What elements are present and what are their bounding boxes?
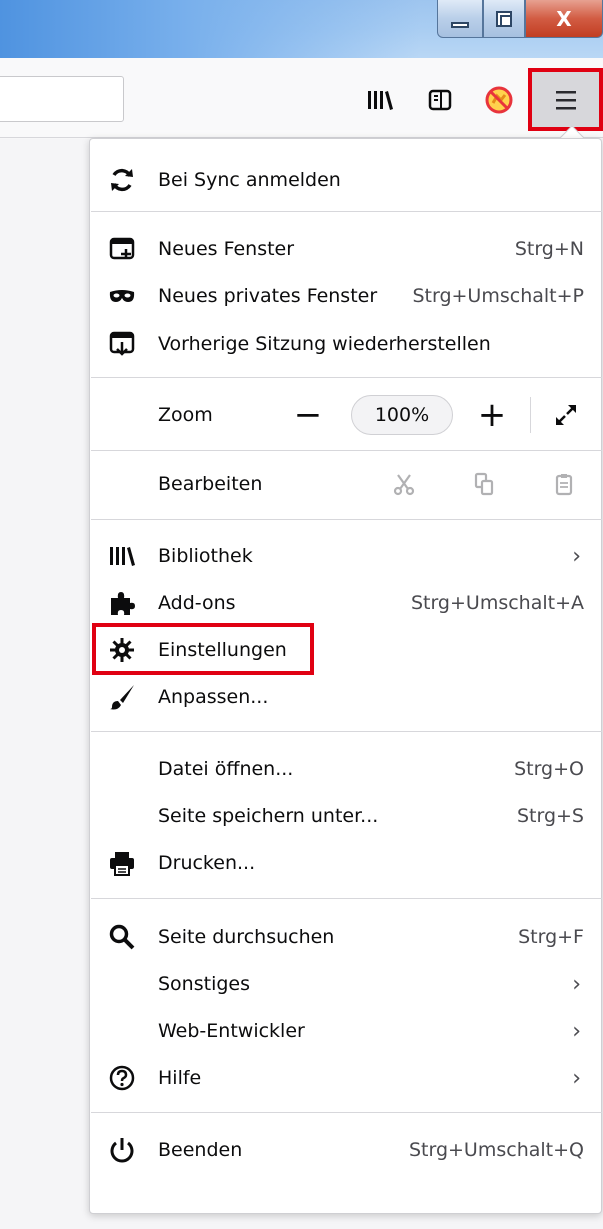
menu-item-save-page[interactable]: Seite speichern unter... Strg+S [90, 793, 601, 839]
menu-separator [91, 450, 602, 451]
new-window-shortcut: Strg+N [514, 238, 584, 260]
close-button[interactable]: X [525, 0, 603, 38]
menu-separator [91, 519, 602, 520]
chevron-right-icon: › [572, 1018, 581, 1044]
menu-item-addons[interactable]: Add-ons Strg+Umschalt+A [90, 580, 601, 626]
library-icon [106, 540, 138, 572]
search-icon [106, 921, 138, 953]
quit-shortcut: Strg+Umschalt+Q [408, 1139, 584, 1161]
menu-separator [91, 731, 602, 732]
menu-item-new-window[interactable]: Neues Fenster Strg+N [90, 226, 601, 272]
menu-item-library[interactable]: Bibliothek › [90, 533, 601, 579]
new-window-icon [106, 233, 138, 265]
menu-item-find[interactable]: Seite durchsuchen Strg+F [90, 914, 601, 960]
window-titlebar: X [0, 0, 603, 58]
app-menu-panel: Bei Sync anmelden Neues Fenster Strg+N N… [89, 138, 602, 1214]
private-window-shortcut: Strg+Umschalt+P [412, 285, 584, 307]
zoom-in-button[interactable]: + [472, 395, 512, 435]
cut-button[interactable] [386, 466, 422, 502]
menu-item-edit: Bearbeiten [90, 461, 601, 507]
private-mask-icon [106, 280, 138, 312]
power-icon [106, 1134, 138, 1166]
restore-icon [496, 10, 512, 27]
restore-session-label: Vorherige Sitzung wiederherstellen [158, 333, 491, 355]
find-label: Seite durchsuchen [158, 926, 335, 948]
menu-item-open-file[interactable]: Datei öffnen... Strg+O [90, 746, 601, 792]
zoom-reset-button[interactable]: 100% [351, 395, 453, 435]
sync-icon [106, 164, 138, 196]
menu-item-sync[interactable]: Bei Sync anmelden [90, 157, 601, 203]
minus-icon: − [293, 395, 323, 435]
zoom-separator [530, 397, 531, 433]
copy-icon [474, 472, 494, 496]
menu-item-customize[interactable]: Anpassen... [90, 674, 601, 720]
library-label: Bibliothek [158, 545, 253, 567]
menu-separator [91, 898, 602, 899]
save-page-shortcut: Strg+S [516, 805, 584, 827]
print-label: Drucken... [158, 852, 256, 874]
open-file-label: Datei öffnen... [158, 758, 294, 780]
addons-shortcut: Strg+Umschalt+A [410, 592, 584, 614]
chevron-right-icon: › [572, 971, 581, 997]
url-bar[interactable] [0, 76, 124, 122]
edit-label: Bearbeiten [158, 473, 263, 495]
sync-label: Bei Sync anmelden [158, 169, 341, 191]
menu-separator [91, 1112, 602, 1113]
menu-separator [91, 211, 602, 212]
menu-item-web-developer[interactable]: Web-Entwickler › [90, 1008, 601, 1054]
menu-item-restore-session[interactable]: Vorherige Sitzung wiederherstellen [90, 321, 601, 367]
extension-button[interactable] [485, 86, 513, 114]
menu-item-quit[interactable]: Beenden Strg+Umschalt+Q [90, 1127, 601, 1173]
find-shortcut: Strg+F [518, 926, 584, 948]
chevron-right-icon: › [572, 543, 581, 569]
settings-highlight [92, 623, 314, 675]
paste-icon [555, 474, 573, 496]
minimize-icon [451, 21, 469, 28]
fullscreen-button[interactable] [546, 395, 586, 435]
blocked-extension-icon [485, 86, 513, 114]
save-page-label: Seite speichern unter... [158, 805, 379, 827]
printer-icon [106, 847, 138, 879]
new-window-label: Neues Fenster [158, 238, 295, 260]
minimize-button[interactable] [437, 0, 483, 38]
close-icon: X [556, 6, 572, 31]
copy-button[interactable] [466, 466, 502, 502]
menu-item-help[interactable]: Hilfe › [90, 1055, 601, 1101]
zoom-label: Zoom [158, 404, 213, 426]
addons-label: Add-ons [158, 592, 236, 614]
quit-label: Beenden [158, 1139, 243, 1161]
library-button[interactable] [366, 88, 394, 112]
customize-label: Anpassen... [158, 686, 269, 708]
titlebar-glow [0, 0, 420, 58]
menu-item-print[interactable]: Drucken... [90, 840, 601, 886]
more-label: Sonstiges [158, 973, 251, 995]
maximize-button[interactable] [483, 0, 525, 38]
cut-icon [393, 474, 415, 496]
paste-button[interactable] [546, 466, 582, 502]
open-file-shortcut: Strg+O [514, 758, 584, 780]
window-controls: X [437, 0, 603, 40]
menu-item-private-window[interactable]: Neues privates Fenster Strg+Umschalt+P [90, 273, 601, 319]
hamburger-menu-icon [555, 90, 576, 109]
chevron-right-icon: › [572, 1065, 581, 1091]
web-developer-label: Web-Entwickler [158, 1020, 305, 1042]
help-icon [106, 1062, 138, 1094]
fullscreen-icon [556, 405, 576, 425]
zoom-value: 100% [374, 404, 430, 426]
sidebar-button[interactable] [426, 88, 454, 112]
menu-item-zoom: Zoom − 100% + [90, 391, 601, 439]
menu-item-more[interactable]: Sonstiges › [90, 961, 601, 1007]
navigation-toolbar [0, 58, 603, 138]
help-label: Hilfe [158, 1067, 202, 1089]
private-window-label: Neues privates Fenster [158, 285, 378, 307]
zoom-out-button[interactable]: − [288, 395, 328, 435]
puzzle-icon [106, 587, 138, 619]
plus-icon: + [477, 395, 507, 435]
open-menu-button[interactable] [528, 68, 603, 131]
brush-icon [106, 681, 138, 713]
library-icon [368, 91, 393, 110]
menu-separator [91, 377, 602, 378]
restore-session-icon [106, 328, 138, 360]
sidebar-icon [428, 89, 452, 111]
